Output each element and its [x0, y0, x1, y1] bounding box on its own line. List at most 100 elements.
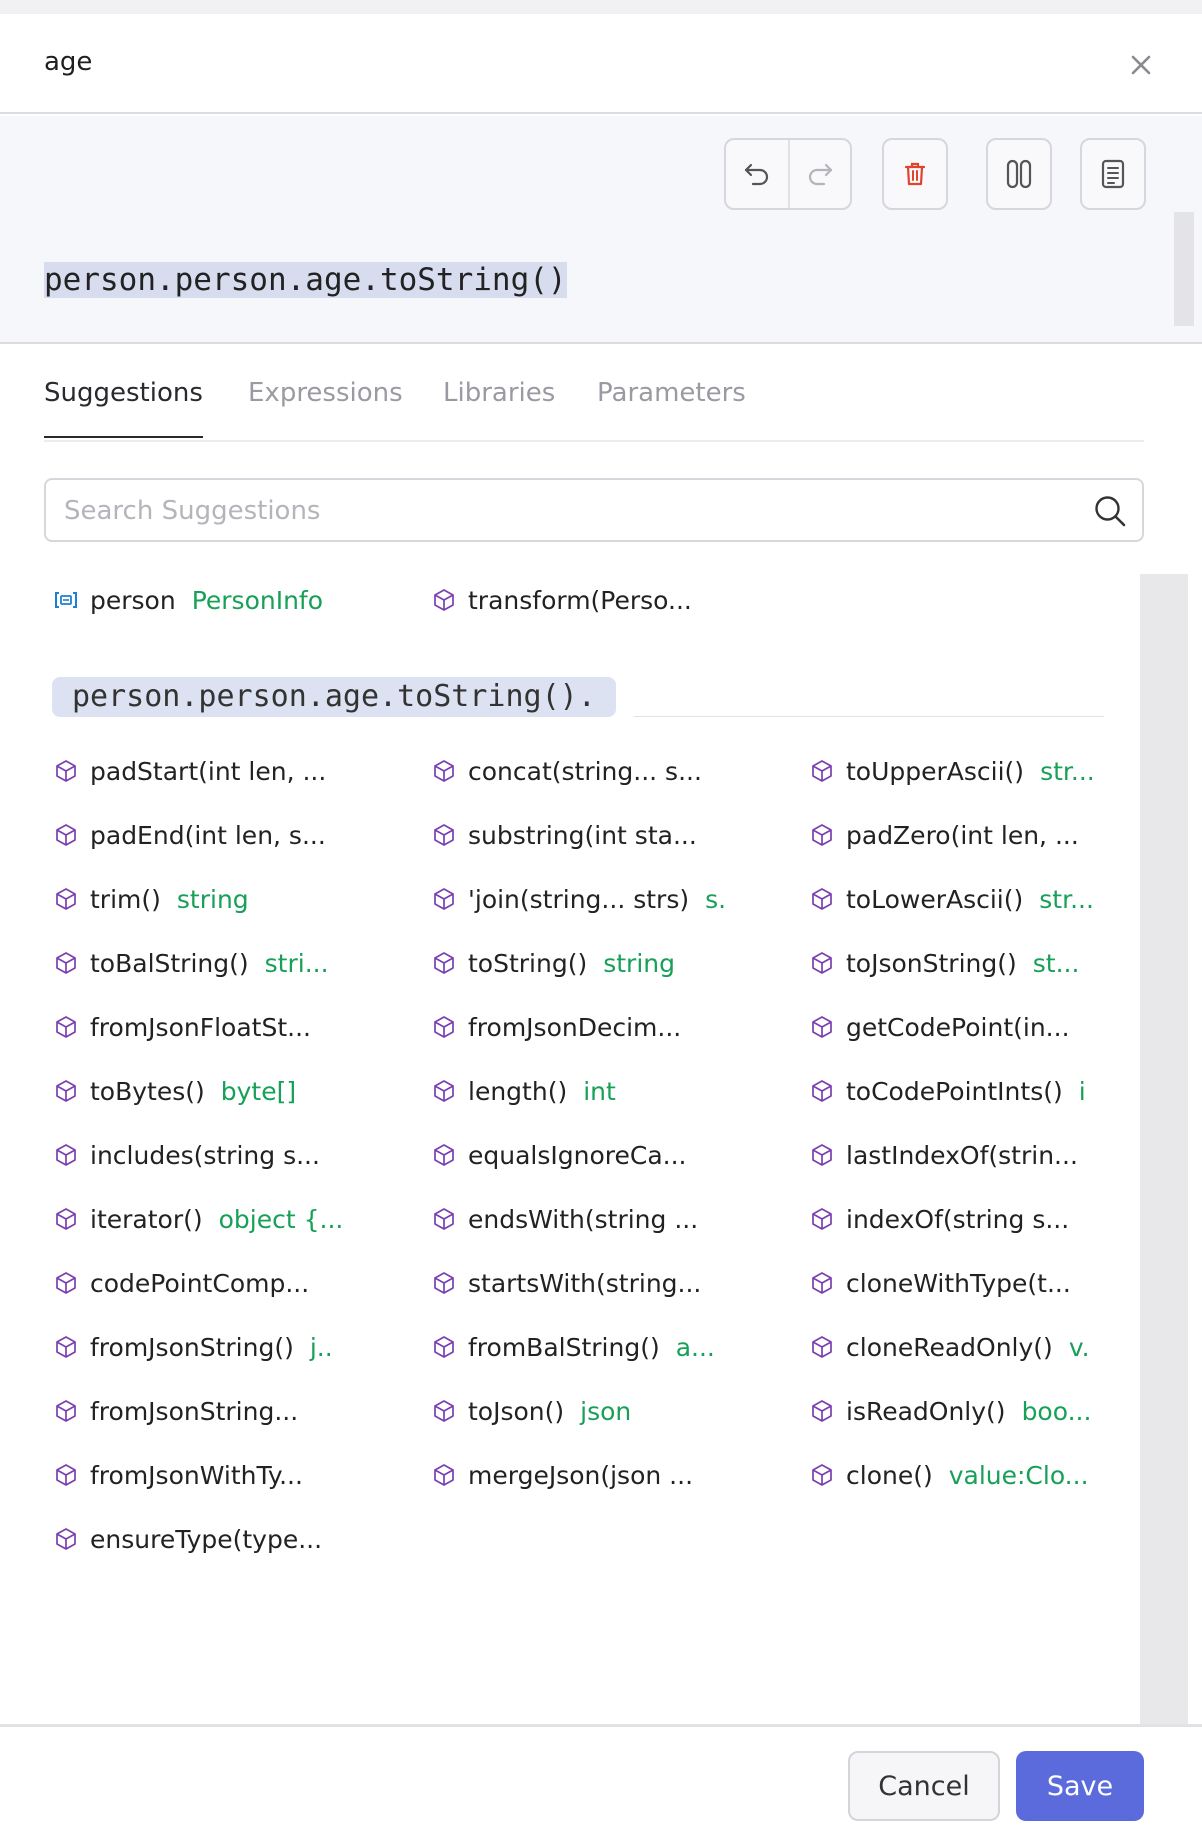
- method-suggestion-item[interactable]: 'join(string... strs) s.: [432, 879, 726, 919]
- method-suggestion-item[interactable]: substring(int sta...: [432, 815, 697, 855]
- method-suggestion-item[interactable]: padStart(int len, ...: [54, 751, 326, 791]
- split-view-button-inner[interactable]: [988, 140, 1050, 208]
- search-input[interactable]: [64, 492, 1064, 530]
- suggestion-transform[interactable]: transform(Perso...: [432, 580, 692, 620]
- method-suggestion-item[interactable]: codePointComp...: [54, 1263, 309, 1303]
- method-icon: [434, 589, 454, 611]
- method-suggestion-item[interactable]: isReadOnly() boo...: [810, 1391, 1091, 1431]
- method-suggestion-item[interactable]: fromJsonDecim...: [432, 1007, 681, 1047]
- tab-bar: Suggestions Expressions Libraries Parame…: [44, 344, 1144, 442]
- suggestion-person[interactable]: person PersonInfo: [54, 580, 323, 620]
- document-button-inner[interactable]: [1082, 140, 1144, 208]
- method-name: substring(int sta...: [468, 820, 697, 850]
- method-icon: [434, 1336, 454, 1358]
- method-name: toCodePointInts(): [846, 1076, 1063, 1106]
- tab-libraries[interactable]: Libraries: [443, 378, 555, 436]
- method-return-type: j..: [309, 1332, 333, 1362]
- method-name: ensureType(type...: [90, 1524, 323, 1554]
- method-suggestion-item[interactable]: fromBalString() a...: [432, 1327, 715, 1367]
- method-suggestion-item[interactable]: concat(string... s...: [432, 751, 702, 791]
- undo-icon: [744, 163, 769, 186]
- method-suggestion-item[interactable]: toBytes() byte[]: [54, 1071, 296, 1111]
- suggestion-name: person: [90, 585, 176, 615]
- expression-editor[interactable]: person.person.age.toString(): [0, 116, 1202, 344]
- cancel-button[interactable]: Cancel: [848, 1751, 1000, 1821]
- expression-text[interactable]: person.person.age.toString(): [44, 262, 567, 298]
- method-suggestion-item[interactable]: mergeJson(json ...: [432, 1455, 693, 1495]
- method-icon: [56, 824, 76, 846]
- method-suggestion-item[interactable]: padEnd(int len, s...: [54, 815, 326, 855]
- variable-icon: [55, 592, 77, 608]
- editor-scrollbar[interactable]: [1174, 212, 1194, 326]
- method-suggestion-item[interactable]: length() int: [432, 1071, 616, 1111]
- method-icon: [434, 888, 454, 910]
- method-name: toUpperAscii(): [846, 756, 1025, 786]
- method-suggestion-item[interactable]: toJsonString() st...: [810, 943, 1079, 983]
- method-icon: [812, 1016, 832, 1038]
- split-view-button[interactable]: [986, 138, 1052, 210]
- method-name: trim(): [90, 884, 161, 914]
- method-icon: [434, 1464, 454, 1486]
- method-suggestion-item[interactable]: toUpperAscii() str...: [810, 751, 1095, 791]
- method-icon: [56, 1080, 76, 1102]
- method-icon: [56, 1336, 76, 1358]
- close-icon[interactable]: [1124, 48, 1158, 82]
- search-icon[interactable]: [1092, 493, 1128, 529]
- method-name: padZero(int len, ...: [846, 820, 1079, 850]
- method-suggestion-item[interactable]: startsWith(string...: [432, 1263, 701, 1303]
- method-suggestion-item[interactable]: fromJsonWithTy...: [54, 1455, 303, 1495]
- undo-button[interactable]: [726, 140, 788, 208]
- window-top-strip: [0, 0, 1202, 14]
- method-icon: [812, 1336, 832, 1358]
- tab-suggestions[interactable]: Suggestions: [44, 378, 203, 438]
- method-suggestion-item[interactable]: toBalString() stri...: [54, 943, 329, 983]
- method-suggestion-item[interactable]: lastIndexOf(strin...: [810, 1135, 1078, 1175]
- method-suggestion-item[interactable]: includes(string s...: [54, 1135, 320, 1175]
- document-icon: [1101, 159, 1125, 189]
- tab-expressions[interactable]: Expressions: [248, 378, 403, 436]
- dialog-header: age: [0, 14, 1202, 114]
- method-suggestion-item[interactable]: indexOf(string s...: [810, 1199, 1069, 1239]
- method-name: fromJsonString...: [90, 1396, 299, 1426]
- method-return-type: byte[]: [220, 1076, 297, 1106]
- method-name: toJson(): [468, 1396, 565, 1426]
- method-suggestion-item[interactable]: toCodePointInts() i: [810, 1071, 1086, 1111]
- method-suggestion-item[interactable]: padZero(int len, ...: [810, 815, 1079, 855]
- method-icon: [812, 1080, 832, 1102]
- method-name: 'join(string... strs): [468, 884, 690, 914]
- method-suggestion-item[interactable]: cloneWithType(t...: [810, 1263, 1071, 1303]
- method-name: toLowerAscii(): [846, 884, 1024, 914]
- method-icon: [434, 1272, 454, 1294]
- method-suggestion-item[interactable]: toString() string: [432, 943, 675, 983]
- method-suggestion-item[interactable]: iterator() object {...: [54, 1199, 343, 1239]
- method-icon: [56, 1016, 76, 1038]
- method-suggestion-item[interactable]: clone() value:Clo...: [810, 1455, 1089, 1495]
- editor-toolbar: [0, 138, 1202, 210]
- delete-button-inner[interactable]: [884, 140, 946, 208]
- method-suggestion-item[interactable]: cloneReadOnly() v.: [810, 1327, 1090, 1367]
- method-suggestion-item[interactable]: fromJsonString() j..: [54, 1327, 333, 1367]
- tab-parameters[interactable]: Parameters: [597, 378, 746, 436]
- method-icon: [434, 952, 454, 974]
- method-name: toJsonString(): [846, 948, 1017, 978]
- method-return-type: str...: [1040, 756, 1095, 786]
- method-suggestion-item[interactable]: trim() string: [54, 879, 249, 919]
- document-button[interactable]: [1080, 138, 1146, 210]
- method-suggestion-item[interactable]: equalsIgnoreCa...: [432, 1135, 687, 1175]
- method-suggestion-item[interactable]: fromJsonFloatSt...: [54, 1007, 311, 1047]
- method-name: iterator(): [90, 1204, 203, 1234]
- suggestions-scrollbar[interactable]: [1140, 574, 1188, 1724]
- save-button[interactable]: Save: [1016, 1751, 1144, 1821]
- method-suggestion-item[interactable]: toLowerAscii() str...: [810, 879, 1094, 919]
- method-suggestion-item[interactable]: toJson() json: [432, 1391, 631, 1431]
- method-icon: [434, 1144, 454, 1166]
- method-suggestion-item[interactable]: endsWith(string ...: [432, 1199, 698, 1239]
- method-name: fromBalString(): [468, 1332, 660, 1362]
- method-suggestion-item[interactable]: getCodePoint(in...: [810, 1007, 1070, 1047]
- method-name: lastIndexOf(strin...: [846, 1140, 1078, 1170]
- redo-button[interactable]: [788, 140, 850, 208]
- method-suggestion-item[interactable]: ensureType(type...: [54, 1519, 322, 1559]
- delete-button[interactable]: [882, 138, 948, 210]
- method-suggestion-item[interactable]: fromJsonString...: [54, 1391, 298, 1431]
- method-return-type: json: [580, 1396, 632, 1426]
